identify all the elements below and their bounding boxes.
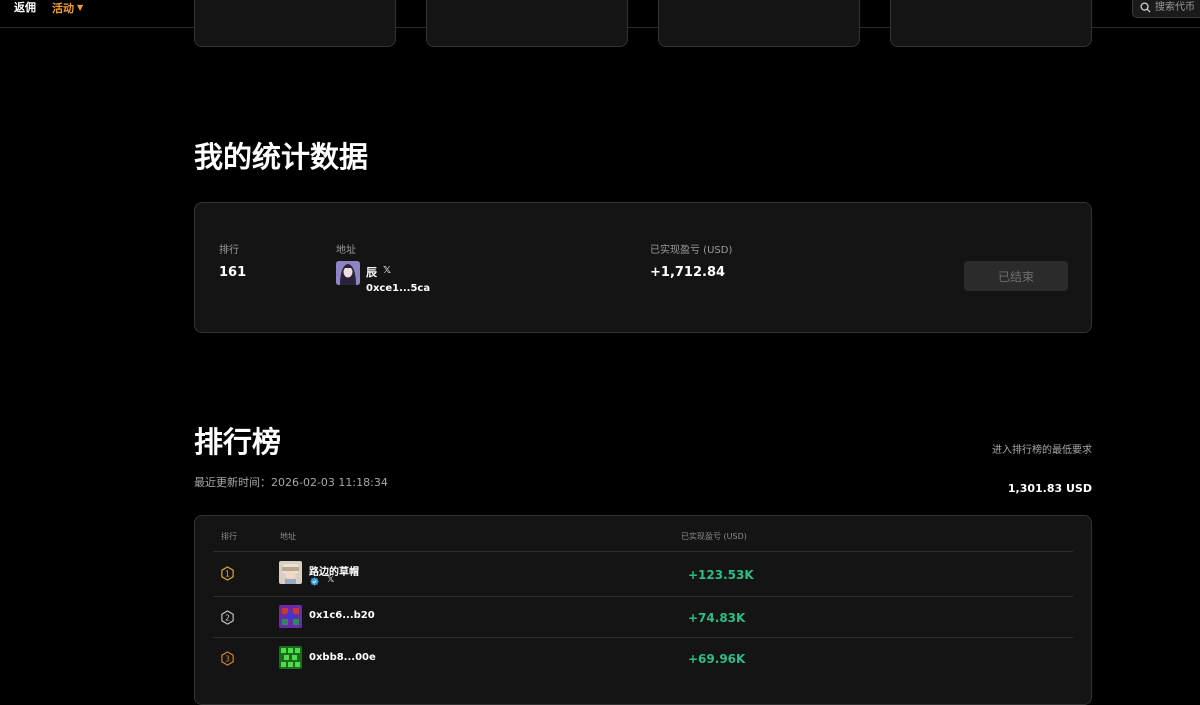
- rank-value: 161: [219, 265, 247, 280]
- nav-rebate[interactable]: 返佣: [14, 0, 36, 15]
- search-placeholder: 搜索代币: [1155, 2, 1195, 13]
- leaderboard-title: 排行榜: [194, 425, 282, 459]
- table-row[interactable]: 3 0xbb8...00e +69.96K: [213, 637, 1073, 682]
- header-pnl: 已实现盈亏 (USD): [681, 532, 747, 541]
- nav-activity[interactable]: 活动 ▼: [52, 0, 83, 15]
- user-address[interactable]: 0xce1...5ca: [366, 283, 430, 294]
- summary-card: [658, 0, 860, 47]
- search-icon: [1140, 2, 1151, 13]
- pnl-label: 已实现盈亏 (USD): [650, 245, 733, 256]
- table-row[interactable]: 2 0x1c6...b20 +74.83K: [213, 596, 1073, 637]
- my-stats-card: 排行 161 地址 辰 𝕏 0xce1...5ca 已实现盈亏 (USD) +1…: [194, 202, 1092, 333]
- header-rank: 排行: [221, 532, 237, 541]
- ended-button[interactable]: 已结束: [964, 261, 1068, 291]
- row-pnl: +69.96K: [688, 652, 746, 666]
- address-label: 地址: [336, 245, 356, 256]
- search-input[interactable]: 搜索代币: [1132, 0, 1200, 18]
- row-name[interactable]: 0x1c6...b20: [309, 610, 375, 621]
- svg-text:3: 3: [225, 654, 230, 663]
- header-address: 地址: [280, 532, 296, 541]
- rank-silver-icon: 2: [221, 610, 234, 625]
- rank-label: 排行: [219, 245, 239, 256]
- x-icon[interactable]: 𝕏: [383, 265, 391, 276]
- verified-icon: [310, 577, 319, 586]
- row-name[interactable]: 0xbb8...00e: [309, 652, 376, 663]
- x-icon[interactable]: 𝕏: [327, 575, 334, 585]
- last-updated: 最近更新时间：2026-02-03 11:18:34: [194, 476, 388, 489]
- avatar: [336, 261, 360, 285]
- summary-card: [194, 0, 396, 47]
- svg-text:2: 2: [225, 613, 230, 622]
- chevron-down-icon: ▼: [77, 3, 84, 12]
- table-row[interactable]: 1 路边的草帽 𝕏 +123.53K: [213, 551, 1073, 596]
- rank-bronze-icon: 3: [221, 651, 234, 666]
- user-name[interactable]: 辰: [366, 264, 377, 280]
- row-pnl: +123.53K: [688, 568, 754, 582]
- summary-card: [426, 0, 628, 47]
- summary-card: [890, 0, 1092, 47]
- nav-activity-label: 活动: [52, 2, 74, 15]
- my-stats-title: 我的统计数据: [194, 140, 369, 174]
- rank-gold-icon: 1: [221, 566, 234, 581]
- row-pnl: +74.83K: [688, 611, 746, 625]
- min-requirement-value: 1,301.83 USD: [1007, 482, 1092, 495]
- avatar: [279, 605, 302, 628]
- leaderboard-table: 排行 地址 已实现盈亏 (USD) 1 路边的草帽 𝕏 +123.53K 2 0…: [194, 515, 1092, 705]
- avatar: [279, 561, 302, 584]
- svg-text:1: 1: [225, 569, 230, 578]
- pnl-value: +1,712.84: [650, 265, 726, 280]
- avatar-image: [336, 261, 360, 285]
- min-requirement-label: 进入排行榜的最低要求: [992, 445, 1092, 456]
- avatar: [279, 646, 302, 669]
